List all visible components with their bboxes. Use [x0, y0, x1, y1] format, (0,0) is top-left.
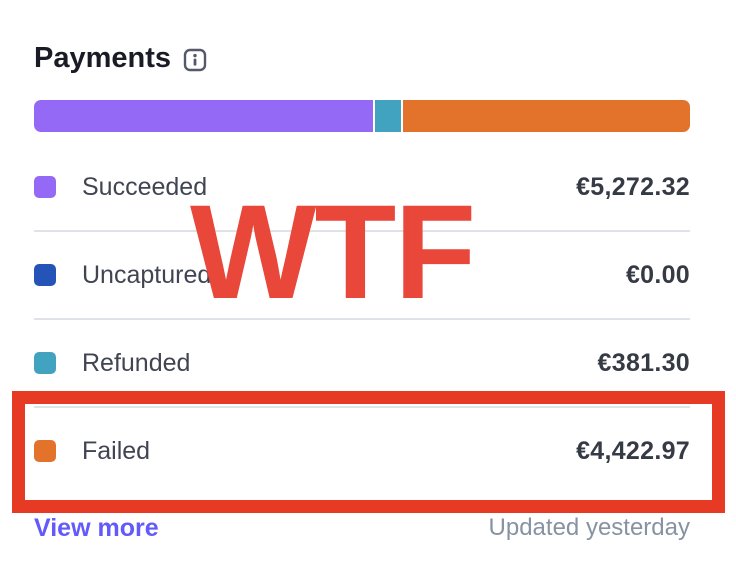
card-title: Payments: [34, 41, 172, 74]
row-amount: €4,422.97: [576, 436, 690, 465]
view-more-link[interactable]: View more: [34, 514, 159, 543]
row-label: Failed: [82, 436, 151, 465]
row-label: Succeeded: [82, 172, 208, 201]
info-icon[interactable]: [183, 48, 207, 72]
payment-row-succeeded[interactable]: Succeeded €5,272.32: [34, 143, 690, 231]
row-label: Uncaptured: [82, 260, 212, 289]
bar-segment-refunded: [375, 100, 401, 132]
status-color-swatch: [34, 176, 56, 198]
row-amount: €381.30: [597, 348, 690, 377]
payment-row-failed[interactable]: Failed €4,422.97: [34, 407, 690, 495]
row-amount: €5,272.32: [576, 172, 690, 201]
status-color-swatch: [34, 264, 56, 286]
payments-card: Payments Succeeded €5,272.32 Uncaptured …: [34, 0, 690, 576]
updated-timestamp: Updated yesterday: [488, 514, 690, 541]
card-footer: View more Updated yesterday: [34, 506, 690, 550]
card-header: Payments: [34, 38, 207, 78]
payments-breakdown-bar: [34, 100, 690, 132]
bar-segment-succeeded: [34, 100, 373, 132]
payment-row-refunded[interactable]: Refunded €381.30: [34, 319, 690, 407]
row-label: Refunded: [82, 348, 191, 377]
row-amount: €0.00: [625, 260, 690, 289]
status-color-swatch: [34, 352, 56, 374]
status-color-swatch: [34, 440, 56, 462]
payment-row-uncaptured[interactable]: Uncaptured €0.00: [34, 231, 690, 319]
bar-segment-failed: [403, 100, 690, 132]
